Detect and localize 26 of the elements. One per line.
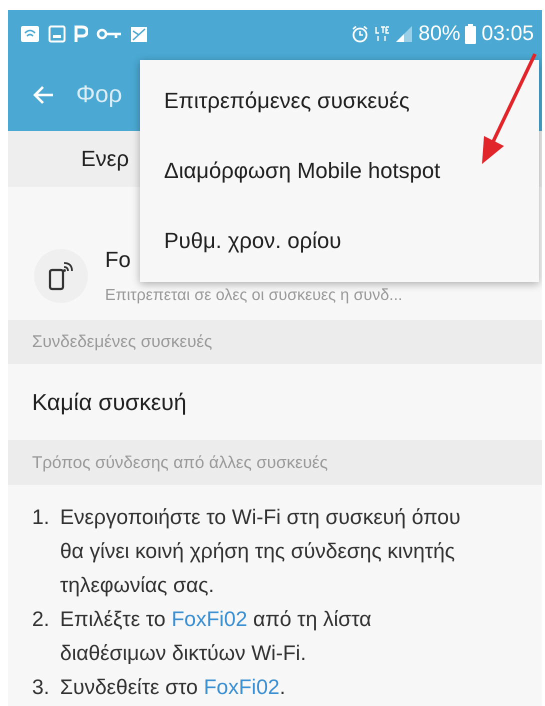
lte-icon [374,25,390,43]
step-text: Συνδεθείτε στο FoxFi02. [60,675,286,701]
section-header: Συνδεδεμένες συσκευές [8,320,542,364]
step-text: Ενεργοποιήστε το Wi-Fi στη συσκευή όπου θα γίνει κοινή χρήση της σύνδεσης κινητής τηλεφωνίας σας. [60,505,462,599]
alarm-icon [351,25,370,43]
image-icon [48,25,66,43]
step-number: 2. [32,607,51,633]
menu-item[interactable]: Διαμόρφωση Mobile hotspot [140,136,539,206]
network-name: Fo [105,246,131,272]
step-number: 1. [32,505,51,531]
back-icon[interactable] [32,84,54,104]
key-icon [96,27,122,41]
menu-item[interactable]: Επιτρεπόμενες συσκευές [140,66,539,136]
battery-icon [465,24,476,44]
section-header: Τρόπος σύνδεσης από άλλες συσκευές [8,440,542,485]
parking-icon [74,25,88,43]
network-subtitle: Επιτρεπεται σε ολες οι συσκευες η συνδ... [105,286,402,304]
empty-message: Καμία συσκευή [32,388,186,416]
step-text: Επιλέξτε το FoxFi02 από τη λίστα διαθέσιμων δικτύων Wi-Fi. [60,607,372,667]
notification-icon [20,25,40,43]
screen-title: Φορ [76,80,122,108]
clock: 03:05 [481,22,534,46]
menu-item[interactable]: Ρυθμ. χρον. ορίου [140,206,539,276]
signal-icon [395,25,414,43]
step-number: 3. [32,675,51,701]
battery-percentage: 80% [418,22,460,46]
